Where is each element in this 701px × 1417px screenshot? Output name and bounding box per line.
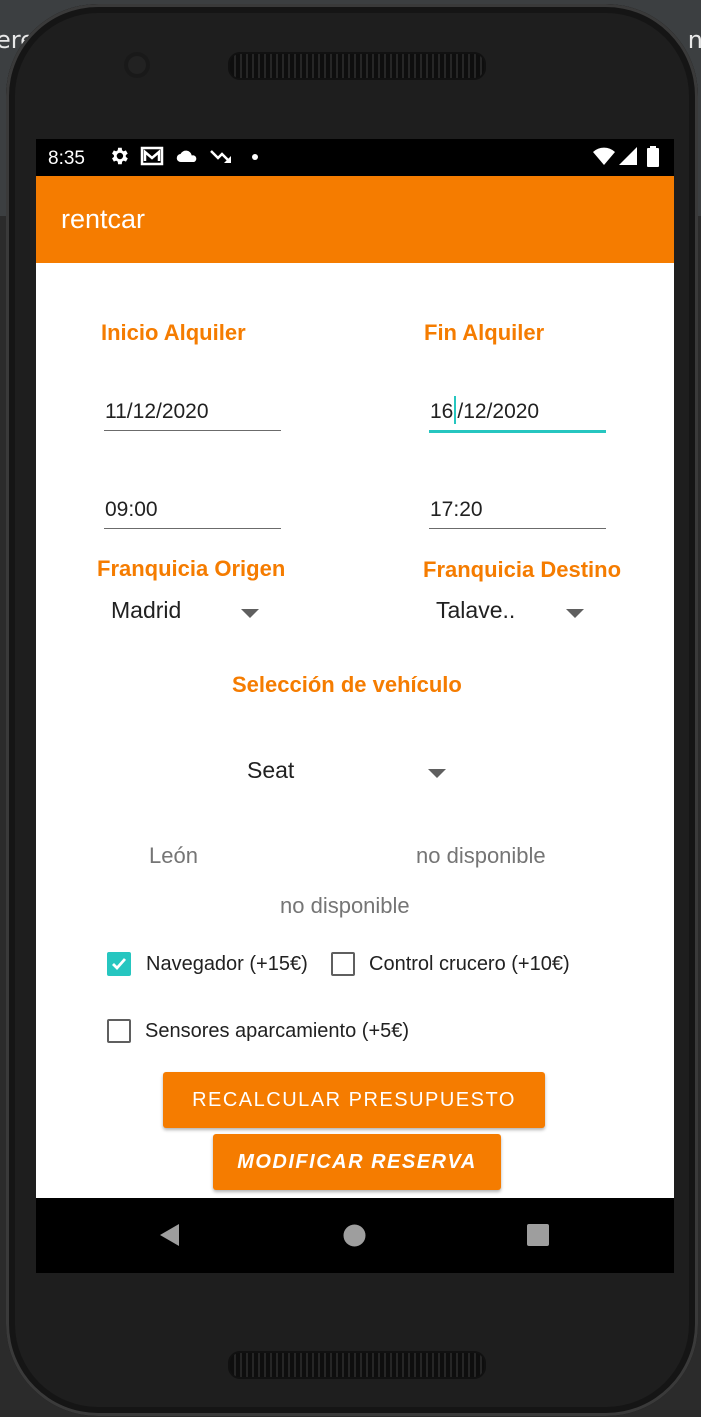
home-icon[interactable] <box>342 1223 367 1248</box>
text-cursor <box>454 396 457 424</box>
end-date-value: 16/12/2020 <box>430 390 539 424</box>
end-rental-label: Fin Alquiler <box>424 320 545 345</box>
origin-franchise-spinner[interactable]: Madrid <box>104 587 274 637</box>
reservation-form: Inicio Alquiler Fin Alquiler 11/12/2020 … <box>36 263 674 1198</box>
wifi-icon <box>593 147 615 165</box>
availability-status-2: no disponible <box>280 893 410 918</box>
top-speaker <box>228 52 486 80</box>
parking-sensors-label: Sensores aparcamiento (+5€) <box>145 1020 410 1042</box>
cruise-control-checkbox[interactable]: Control crucero (+10€) <box>328 949 598 979</box>
trending-down-icon <box>210 150 231 163</box>
chevron-down-icon <box>566 609 584 618</box>
battery-icon <box>647 146 659 167</box>
origin-franchise-value: Madrid <box>111 597 182 623</box>
background-text-right: n <box>687 26 701 54</box>
chevron-down-icon <box>428 769 446 778</box>
dot-icon <box>252 154 258 160</box>
vehicle-selection-label: Selección de vehículo <box>232 672 462 697</box>
checkbox-unchecked-icon <box>107 1019 131 1043</box>
destination-franchise-label: Franquicia Destino <box>423 557 622 582</box>
start-rental-label: Inicio Alquiler <box>101 320 246 345</box>
vehicle-model-text: León <box>149 843 198 868</box>
app-title: rentcar <box>61 204 146 234</box>
destination-franchise-value: Talave.. <box>436 597 516 623</box>
start-date-value: 11/12/2020 <box>105 400 209 423</box>
recalculate-budget-button[interactable]: RECALCULAR PRESUPUESTO <box>163 1072 545 1128</box>
app-bar: rentcar <box>36 176 674 263</box>
signal-icon <box>619 147 637 165</box>
chevron-down-icon <box>241 609 259 618</box>
checkbox-checked-icon <box>107 952 131 976</box>
destination-franchise-spinner[interactable]: Talave.. <box>429 587 599 637</box>
cruise-control-label: Control crucero (+10€) <box>369 953 570 975</box>
start-time-value: 09:00 <box>105 498 158 521</box>
front-camera <box>124 52 150 78</box>
navigation-bar <box>36 1198 674 1273</box>
end-time-field[interactable]: 17:20 <box>429 492 606 529</box>
end-date-field[interactable]: 16/12/2020 <box>429 394 606 433</box>
recents-icon[interactable] <box>526 1223 550 1247</box>
start-time-field[interactable]: 09:00 <box>104 492 281 529</box>
origin-franchise-label: Franquicia Origen <box>97 556 286 581</box>
vehicle-brand-value: Seat <box>247 757 295 783</box>
start-date-field[interactable]: 11/12/2020 <box>104 394 281 431</box>
modify-reservation-button[interactable]: MODIFICAR RESERVA <box>213 1134 501 1190</box>
status-time: 8:35 <box>48 148 85 169</box>
phone-screen: 8:35 rentcar Inicio Alquiler Fin Alquile… <box>36 139 674 1273</box>
gmail-icon <box>140 146 164 166</box>
navigator-label: Navegador (+15€) <box>146 953 308 975</box>
vehicle-brand-spinner[interactable]: Seat <box>236 747 456 797</box>
navigator-checkbox[interactable]: Navegador (+15€) <box>104 949 326 979</box>
end-time-value: 17:20 <box>430 498 483 521</box>
status-bar: 8:35 <box>36 139 674 176</box>
availability-status-1: no disponible <box>416 843 546 868</box>
back-icon[interactable] <box>156 1222 182 1248</box>
checkbox-unchecked-icon <box>331 952 355 976</box>
parking-sensors-checkbox[interactable]: Sensores aparcamiento (+5€) <box>104 1016 444 1046</box>
bottom-speaker <box>228 1351 486 1379</box>
gear-icon <box>112 147 128 165</box>
cloud-icon <box>176 150 197 163</box>
